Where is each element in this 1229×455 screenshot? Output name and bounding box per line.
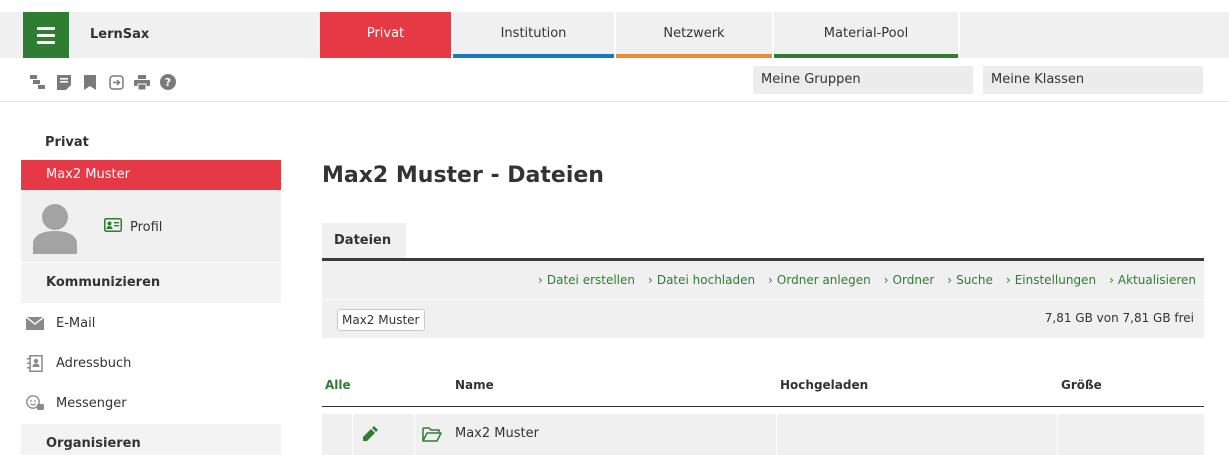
help-icon[interactable]: ?: [160, 74, 176, 90]
chevron-right-icon: ›: [947, 273, 953, 287]
logout-icon[interactable]: [108, 74, 124, 90]
cell-divider: [414, 414, 415, 455]
chevron-right-icon: ›: [648, 273, 653, 287]
print-icon[interactable]: [134, 74, 150, 90]
action-ordner[interactable]: › Ordner: [884, 273, 935, 287]
tab-netzwerk[interactable]: Netzwerk: [616, 12, 772, 58]
cell-divider: [352, 414, 353, 455]
sidebar-user[interactable]: Max2 Muster: [21, 160, 281, 190]
action-aktualisieren[interactable]: › Aktualisieren: [1109, 273, 1196, 287]
notes-icon[interactable]: [56, 74, 72, 90]
breadcrumb[interactable]: Max2 Muster: [337, 309, 425, 331]
toolbar: ?: [30, 72, 176, 92]
address-book-icon: [26, 354, 44, 372]
menu-line: [37, 33, 55, 37]
action-label: Datei hochladen: [656, 273, 756, 287]
action-label: Einstellungen: [1014, 273, 1097, 287]
action-label: Aktualisieren: [1117, 273, 1196, 287]
column-header-size[interactable]: Größe: [1061, 378, 1102, 392]
row-name[interactable]: Max2 Muster: [455, 426, 539, 441]
sitemap-icon[interactable]: [30, 74, 46, 90]
table-row[interactable]: Max2 Muster: [322, 414, 1204, 455]
menu-line: [37, 40, 55, 44]
action-datei-erstellen[interactable]: › Datei erstellen: [538, 273, 635, 287]
column-header-uploaded[interactable]: Hochgeladen: [780, 378, 868, 392]
tab-privat[interactable]: Privat: [320, 12, 451, 58]
my-classes-button[interactable]: Meine Klassen: [983, 66, 1203, 94]
file-actions-bar: › Datei erstellen › Datei hochladen › Ordne…: [322, 261, 1204, 299]
edit-pencil-icon[interactable]: [361, 425, 379, 447]
nav-filler: [960, 12, 1229, 58]
sidebar-item-email[interactable]: E-Mail: [26, 313, 95, 333]
header-divider: [0, 101, 1229, 102]
top-navigation: LernSax Privat Institution Netzwerk Mate…: [0, 0, 1229, 58]
action-suche[interactable]: › Suche: [947, 273, 993, 287]
svg-text:?: ?: [165, 76, 171, 89]
menu-line: [37, 26, 55, 30]
profile-link[interactable]: Profil: [104, 218, 162, 236]
mail-icon: [26, 315, 44, 331]
my-groups-button[interactable]: Meine Gruppen: [753, 66, 973, 94]
cell-divider: [776, 414, 777, 455]
action-ordner-anlegen[interactable]: › Ordner anlegen: [768, 273, 871, 287]
tab-dateien[interactable]: Dateien: [322, 223, 406, 259]
tab-material-pool[interactable]: Material-Pool: [774, 12, 958, 58]
sidebar-item-label: Messenger: [56, 395, 127, 411]
profile-label: Profil: [130, 219, 163, 235]
action-label: Ordner: [892, 273, 935, 287]
id-card-icon: [104, 218, 122, 236]
cell-divider: [1057, 414, 1058, 455]
chevron-right-icon: ›: [768, 273, 773, 287]
select-all-link[interactable]: Alle: [325, 378, 351, 392]
messenger-icon: [26, 395, 44, 411]
table-header-line: [322, 406, 1204, 407]
action-label: Ordner anlegen: [776, 273, 871, 287]
folder-open-icon: [422, 426, 442, 446]
sidebar-item-label: E-Mail: [56, 315, 96, 331]
sidebar-item-messenger[interactable]: Messenger: [26, 393, 127, 413]
bookmark-icon[interactable]: [82, 74, 98, 90]
avatar[interactable]: [33, 202, 77, 254]
column-header-name[interactable]: Name: [455, 378, 494, 392]
section-kommunizieren: Kommunizieren: [21, 263, 281, 303]
tab-institution[interactable]: Institution: [453, 12, 614, 58]
action-label: Suche: [956, 273, 993, 287]
app-name[interactable]: LernSax: [90, 12, 149, 58]
chevron-right-icon: ›: [1109, 273, 1114, 287]
action-label: Datei erstellen: [546, 273, 636, 287]
page-title: Max2 Muster - Dateien: [322, 163, 604, 188]
storage-quota: 7,81 GB von 7,81 GB frei: [1044, 311, 1194, 325]
hamburger-menu-button[interactable]: [23, 12, 69, 58]
profile-panel: Profil: [21, 190, 281, 262]
sidebar-item-label: Adressbuch: [56, 355, 132, 371]
chevron-right-icon: ›: [883, 273, 889, 287]
sidebar-item-adressbuch[interactable]: Adressbuch: [26, 353, 131, 373]
chevron-right-icon: ›: [538, 273, 543, 287]
section-organisieren: Organisieren: [21, 424, 281, 455]
chevron-right-icon: ›: [1005, 273, 1011, 287]
action-datei-hochladen[interactable]: › Datei hochladen: [648, 273, 755, 287]
sidebar-title: Privat: [45, 135, 89, 150]
action-einstellungen[interactable]: › Einstellungen: [1006, 273, 1096, 287]
path-bar: Max2 Muster 7,81 GB von 7,81 GB frei: [322, 300, 1204, 338]
